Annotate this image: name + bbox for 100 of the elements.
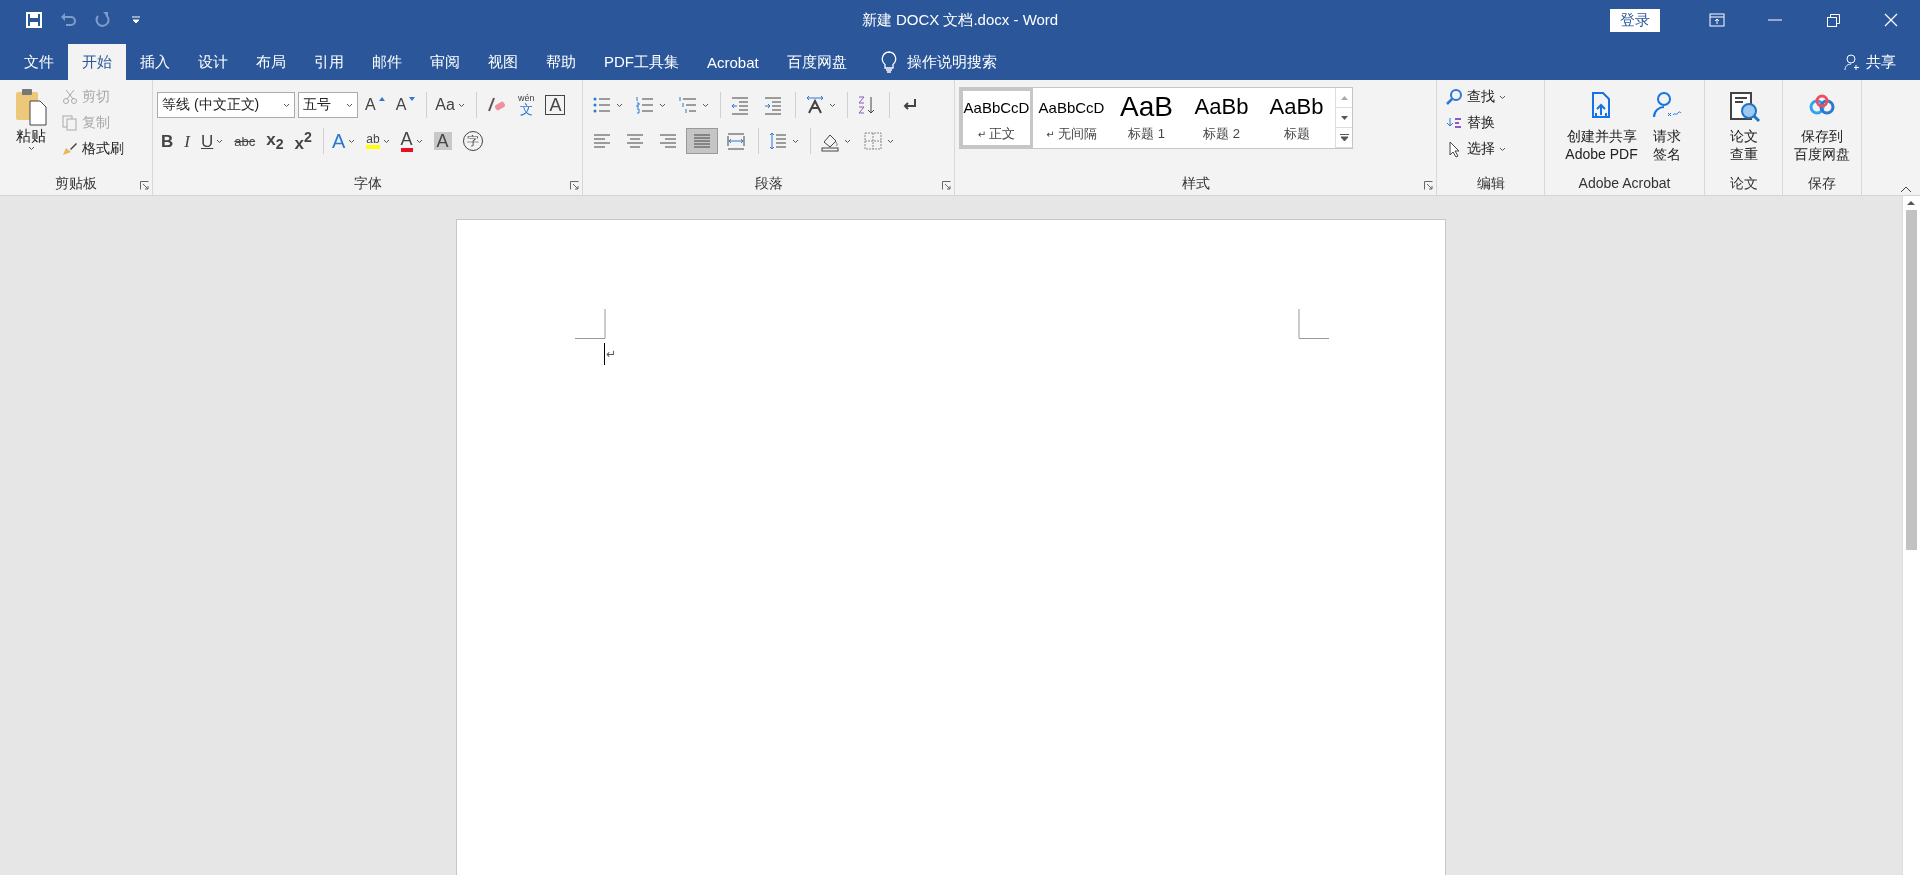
check-button[interactable]: 论文 查重: [1720, 85, 1767, 173]
font2-outline-button[interactable]: A: [322, 128, 360, 154]
ribbon-tab[interactable]: 帮助: [532, 44, 590, 80]
ribbon-display-icon[interactable]: [1709, 13, 1725, 27]
group-label: Adobe Acrobat: [1577, 174, 1672, 193]
ribbon-tab[interactable]: 设计: [184, 44, 242, 80]
group-label: 编辑: [1475, 174, 1506, 193]
paintbrush-icon: [62, 141, 78, 157]
ribbon-tab[interactable]: 插入: [126, 44, 184, 80]
font2-underline-button[interactable]: U: [196, 128, 228, 154]
vertical-scrollbar[interactable]: [1902, 196, 1920, 875]
cloud-button[interactable]: 保存到 百度网盘: [1788, 85, 1856, 173]
caret-icon: [792, 138, 799, 144]
crop-mark: [575, 309, 606, 339]
font1-shrink-button[interactable]: A: [391, 92, 420, 118]
caret-icon: [1499, 94, 1506, 100]
restore-icon[interactable]: [1826, 13, 1840, 27]
ribbon-tab[interactable]: 文件: [10, 44, 68, 80]
scroll-down-icon[interactable]: [1340, 115, 1348, 120]
font2-italic-button[interactable]: I: [180, 128, 194, 154]
tell-me-search[interactable]: 操作说明搜索: [906, 52, 997, 72]
ribbon-tab[interactable]: Acrobat: [693, 44, 773, 80]
group-label: 论文: [1728, 174, 1759, 193]
caret-icon: [829, 102, 836, 108]
justify-button[interactable]: [686, 128, 718, 154]
font-name-field[interactable]: 等线 (中文正文): [157, 92, 295, 118]
font-size-field[interactable]: 五号: [298, 92, 358, 118]
dialog-launcher-icon[interactable]: [570, 181, 579, 190]
more-icon[interactable]: [1339, 134, 1349, 141]
save-icon[interactable]: [24, 10, 44, 30]
up-triangle-icon: [378, 97, 385, 101]
distribute-icon: [725, 130, 747, 152]
ribbon-tab[interactable]: 百度网盘: [772, 44, 861, 80]
group-label: 样式: [1180, 174, 1211, 193]
scissors-icon: [62, 89, 78, 105]
ribbon-tab[interactable]: 开始: [68, 44, 126, 80]
caret-icon: [346, 102, 353, 108]
caret-icon: [348, 138, 356, 144]
window-title: 新建 DOCX 文档.docx - Word: [861, 10, 1059, 28]
borders-icon: [862, 130, 884, 152]
ribbon-tab[interactable]: 视图: [474, 44, 532, 80]
font1-grow-button[interactable]: A: [361, 92, 389, 118]
caret-icon: [616, 102, 623, 108]
replace-button[interactable]: 替换: [1441, 111, 1510, 135]
paste-button[interactable]: 粘贴: [4, 85, 58, 173]
ribbon-tab[interactable]: PDF工具集: [590, 44, 693, 80]
caret-icon: [382, 138, 390, 144]
ribbon-tab[interactable]: 邮件: [358, 44, 416, 80]
ribbon-tab[interactable]: 布局: [242, 44, 300, 80]
sign-button[interactable]: 请求 签名: [1643, 85, 1690, 173]
format-painter-button[interactable]: 格式刷: [58, 137, 128, 161]
caret-icon: [887, 138, 894, 144]
font2-bold-button[interactable]: B: [157, 128, 178, 154]
pdf-button[interactable]: 创建并共享 Adobe PDF: [1559, 85, 1644, 173]
group-label: 保存: [1807, 174, 1837, 193]
font2-highlight-button[interactable]: ab: [362, 128, 394, 154]
dialog-launcher-icon[interactable]: [942, 181, 951, 190]
numbered-list-icon: [634, 94, 656, 116]
caret-icon: [702, 102, 709, 108]
ribbon-tab[interactable]: 引用: [300, 44, 358, 80]
dialog-launcher-icon[interactable]: [140, 181, 149, 190]
copy-icon: [62, 115, 78, 131]
caret-icon: [216, 138, 224, 144]
increase-indent-icon: [762, 94, 784, 116]
group-label: 剪贴板: [54, 174, 98, 193]
close-icon[interactable]: [1884, 13, 1898, 27]
share-button[interactable]: 共享: [1844, 44, 1896, 80]
collapse-ribbon-icon[interactable]: [1900, 186, 1912, 193]
font2-shaded-button[interactable]: A: [429, 128, 456, 154]
caret-icon: [415, 138, 423, 144]
font2-color-button[interactable]: A: [396, 128, 427, 154]
down-triangle-icon: [409, 97, 416, 101]
font1-case-button[interactable]: Aa: [426, 92, 469, 118]
caret-icon: [1499, 146, 1506, 152]
ribbon-tab[interactable]: 审阅: [416, 44, 474, 80]
crop-mark: [1298, 309, 1329, 339]
lightbulb-icon: [880, 51, 897, 73]
select-button[interactable]: 选择: [1441, 137, 1510, 161]
group-label: 段落: [753, 174, 784, 193]
decrease-indent-icon: [729, 94, 751, 116]
find-button[interactable]: 查找: [1441, 85, 1510, 109]
search-icon: [1445, 88, 1463, 106]
paragraph-mark: ↵: [604, 343, 617, 365]
share-label: 共享: [1866, 52, 1896, 72]
caret-icon: [27, 146, 35, 151]
group-label: 字体: [352, 174, 383, 193]
clipboard-icon: [13, 87, 49, 127]
text-spacing-icon: [804, 94, 826, 116]
caret-icon: [659, 102, 666, 108]
caret-icon: [283, 102, 290, 108]
font2-strike-button[interactable]: abc: [230, 128, 260, 154]
caret-icon: [844, 138, 851, 144]
dialog-launcher-icon[interactable]: [1424, 181, 1433, 190]
font2-script-button[interactable]: x$_{2}$: [262, 128, 288, 154]
style-option[interactable]: AaBbCcD ↵ 正文: [960, 88, 1033, 148]
font2-script-button[interactable]: x$^{2}$: [290, 128, 316, 154]
person-add-icon: [1844, 53, 1862, 71]
sign-in-button[interactable]: 登录: [1610, 8, 1660, 32]
multilevel-list-icon: [677, 94, 699, 116]
line-spacing-icon: [767, 130, 789, 152]
